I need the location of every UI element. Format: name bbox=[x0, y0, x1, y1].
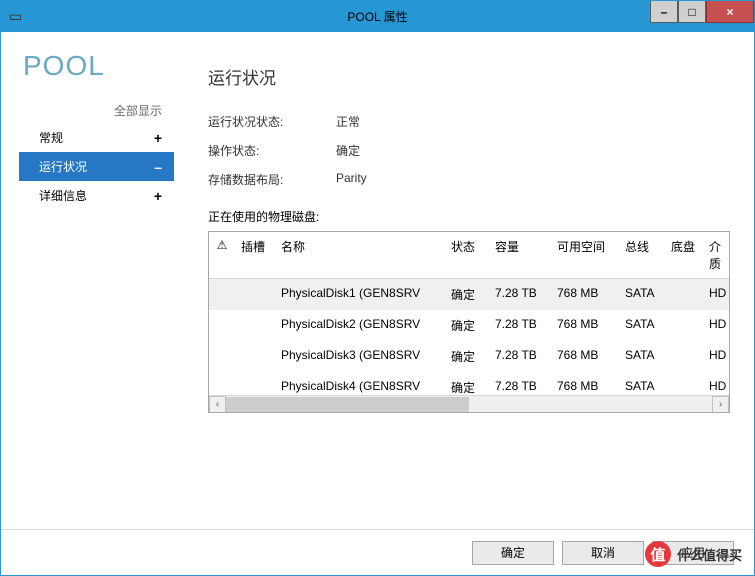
cell-chassis bbox=[665, 346, 703, 367]
cell-slot bbox=[235, 284, 275, 305]
window-title: POOL 属性 bbox=[347, 8, 407, 25]
col-chassis[interactable]: 底盘 bbox=[665, 236, 703, 274]
content-area: POOL 全部显示 常规 + 运行状况 – 详细信息 + 运行状况 运行状况状态… bbox=[1, 32, 754, 528]
cell-warn bbox=[209, 315, 235, 336]
info-row-operation: 操作状态: 确定 bbox=[208, 142, 730, 159]
cell-chassis bbox=[665, 315, 703, 336]
col-free[interactable]: 可用空间 bbox=[551, 236, 619, 274]
disks-label: 正在使用的物理磁盘: bbox=[208, 208, 730, 225]
close-button[interactable]: × bbox=[706, 1, 754, 23]
info-row-layout: 存储数据布局: Parity bbox=[208, 171, 730, 188]
cancel-button[interactable]: 取消 bbox=[562, 541, 644, 565]
window-controls: – □ × bbox=[650, 1, 754, 23]
info-label: 操作状态: bbox=[208, 142, 336, 159]
cell-free: 768 MB bbox=[551, 346, 619, 367]
maximize-button[interactable]: □ bbox=[678, 1, 706, 23]
table-row[interactable]: PhysicalDisk3 (GEN8SRV确定7.28 TB768 MBSAT… bbox=[209, 341, 729, 372]
info-value: 确定 bbox=[336, 142, 360, 159]
ok-button[interactable]: 确定 bbox=[472, 541, 554, 565]
cell-warn bbox=[209, 346, 235, 367]
sidebar: POOL 全部显示 常规 + 运行状况 – 详细信息 + bbox=[19, 36, 174, 528]
cell-slot bbox=[235, 346, 275, 367]
info-label: 运行状况状态: bbox=[208, 113, 336, 130]
disk-table: ⚠ 插槽 名称 状态 容量 可用空间 总线 底盘 介质 PhysicalDisk… bbox=[208, 231, 730, 413]
cell-capacity: 7.28 TB bbox=[489, 346, 551, 367]
info-value: 正常 bbox=[336, 113, 360, 130]
sidebar-item-label: 运行状况 bbox=[39, 158, 87, 175]
cell-media: HD bbox=[703, 346, 729, 367]
apply-button[interactable]: 应用 bbox=[652, 541, 734, 565]
minimize-button[interactable]: – bbox=[650, 1, 678, 23]
cell-status: 确定 bbox=[445, 346, 489, 367]
sidebar-item-general[interactable]: 常规 + bbox=[19, 123, 174, 152]
col-slot[interactable]: 插槽 bbox=[235, 236, 275, 274]
sidebar-item-details[interactable]: 详细信息 + bbox=[19, 181, 174, 210]
col-status[interactable]: 状态 bbox=[445, 236, 489, 274]
info-row-health: 运行状况状态: 正常 bbox=[208, 113, 730, 130]
cell-name: PhysicalDisk2 (GEN8SRV bbox=[275, 315, 445, 336]
cell-capacity: 7.28 TB bbox=[489, 284, 551, 305]
window-icon: ▭ bbox=[9, 8, 22, 25]
cell-bus: SATA bbox=[619, 284, 665, 305]
cell-status: 确定 bbox=[445, 284, 489, 305]
cell-capacity: 7.28 TB bbox=[489, 315, 551, 336]
expand-icon: + bbox=[154, 130, 162, 146]
cell-warn bbox=[209, 284, 235, 305]
scroll-track[interactable] bbox=[226, 396, 712, 413]
col-name[interactable]: 名称 bbox=[275, 236, 445, 274]
col-bus[interactable]: 总线 bbox=[619, 236, 665, 274]
info-label: 存储数据布局: bbox=[208, 171, 336, 188]
pool-title: POOL bbox=[23, 50, 174, 82]
cell-name: PhysicalDisk3 (GEN8SRV bbox=[275, 346, 445, 367]
cell-bus: SATA bbox=[619, 315, 665, 336]
horizontal-scrollbar[interactable]: ‹ › bbox=[209, 395, 729, 412]
info-value: Parity bbox=[336, 171, 367, 188]
table-body: PhysicalDisk1 (GEN8SRV确定7.28 TB768 MBSAT… bbox=[209, 279, 729, 403]
cell-free: 768 MB bbox=[551, 284, 619, 305]
show-all-link[interactable]: 全部显示 bbox=[19, 102, 174, 119]
table-header: ⚠ 插槽 名称 状态 容量 可用空间 总线 底盘 介质 bbox=[209, 232, 729, 279]
table-row[interactable]: PhysicalDisk1 (GEN8SRV确定7.28 TB768 MBSAT… bbox=[209, 279, 729, 310]
scroll-right-button[interactable]: › bbox=[712, 396, 729, 413]
cell-name: PhysicalDisk1 (GEN8SRV bbox=[275, 284, 445, 305]
footer: 确定 取消 应用 bbox=[1, 529, 754, 575]
main-panel: 运行状况 运行状况状态: 正常 操作状态: 确定 存储数据布局: Parity … bbox=[174, 36, 736, 528]
col-media[interactable]: 介质 bbox=[703, 236, 729, 274]
sidebar-item-health[interactable]: 运行状况 – bbox=[19, 152, 174, 181]
section-title: 运行状况 bbox=[208, 64, 730, 89]
scroll-left-button[interactable]: ‹ bbox=[209, 396, 226, 413]
cell-media: HD bbox=[703, 284, 729, 305]
cell-slot bbox=[235, 315, 275, 336]
scroll-thumb[interactable] bbox=[226, 397, 469, 412]
cell-media: HD bbox=[703, 315, 729, 336]
cell-free: 768 MB bbox=[551, 315, 619, 336]
cell-status: 确定 bbox=[445, 315, 489, 336]
col-capacity[interactable]: 容量 bbox=[489, 236, 551, 274]
expand-icon: + bbox=[154, 188, 162, 204]
table-row[interactable]: PhysicalDisk2 (GEN8SRV确定7.28 TB768 MBSAT… bbox=[209, 310, 729, 341]
cell-chassis bbox=[665, 284, 703, 305]
titlebar[interactable]: ▭ POOL 属性 – □ × bbox=[1, 1, 754, 32]
col-warn[interactable]: ⚠ bbox=[209, 236, 235, 274]
sidebar-item-label: 常规 bbox=[39, 129, 63, 146]
cell-bus: SATA bbox=[619, 346, 665, 367]
sidebar-item-label: 详细信息 bbox=[39, 187, 87, 204]
collapse-icon: – bbox=[154, 159, 162, 175]
